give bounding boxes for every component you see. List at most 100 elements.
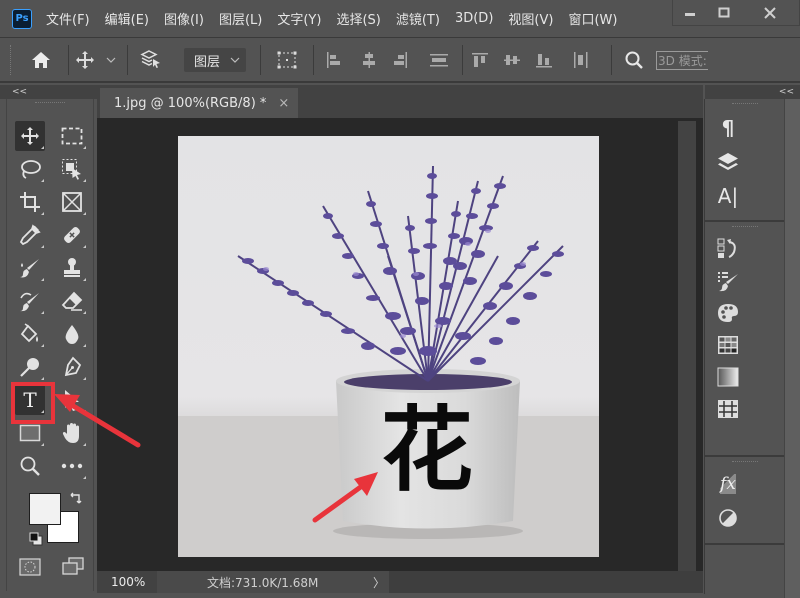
home-icon: [32, 52, 50, 68]
align-vmiddle-button[interactable]: [497, 51, 527, 69]
screen-mode-icon: [62, 557, 84, 575]
swatches-icon: [718, 336, 738, 354]
menu-type[interactable]: 文字(Y): [277, 9, 321, 28]
layers-icon: [718, 153, 738, 170]
vertical-scrollbar[interactable]: [678, 121, 696, 573]
gradients-panel-button[interactable]: [717, 366, 739, 388]
move-tool[interactable]: [15, 121, 45, 151]
rectangular-marquee-tool[interactable]: [57, 121, 87, 151]
menu-view[interactable]: 视图(V): [508, 9, 553, 28]
brush-settings-panel-button[interactable]: [717, 270, 739, 292]
dock-group-3: fx: [705, 457, 785, 545]
3d-mode-control[interactable]: 3D 模式:: [656, 50, 708, 70]
toolbar-collapse[interactable]: <<: [0, 85, 97, 99]
show-transform-controls[interactable]: [261, 50, 313, 70]
align-top-button[interactable]: [463, 51, 497, 69]
lasso-tool[interactable]: [15, 154, 45, 184]
crop-tool[interactable]: [15, 187, 45, 217]
menu-3d[interactable]: 3D(D): [455, 11, 493, 26]
clone-stamp-tool[interactable]: [57, 253, 87, 283]
chevron-down-icon: [106, 57, 116, 63]
eraser-icon: [61, 291, 83, 311]
move-tool-button[interactable]: [69, 50, 101, 70]
eyedropper-tool[interactable]: [15, 220, 45, 250]
pen-tool[interactable]: [57, 352, 87, 382]
tab-close-icon[interactable]: ×: [278, 96, 289, 111]
document-info[interactable]: 文档:731.0K/1.68M 〉: [157, 571, 389, 593]
document-tab[interactable]: 1.jpg @ 100%(RGB/8) * ×: [100, 88, 298, 118]
document-tab-title: 1.jpg @ 100%(RGB/8) *: [114, 95, 267, 111]
align-hcenter-button[interactable]: [354, 51, 384, 69]
spot-healing-brush-tool[interactable]: [57, 220, 87, 250]
align-bottom-button[interactable]: [527, 51, 561, 69]
distribute-vertical-button[interactable]: [416, 52, 462, 68]
character-panel-button[interactable]: A|: [717, 184, 739, 208]
menu-layer[interactable]: 图层(L): [219, 9, 262, 28]
dodge-tool[interactable]: [15, 352, 45, 382]
patterns-panel-button[interactable]: [717, 398, 739, 420]
paint-bucket-tool[interactable]: [15, 319, 45, 349]
minimize-button[interactable]: [673, 0, 707, 26]
menu-edit[interactable]: 编辑(E): [105, 9, 149, 28]
align-left-button[interactable]: [314, 51, 354, 69]
history-panel-button[interactable]: [717, 238, 739, 260]
swatches-panel-button[interactable]: [717, 334, 739, 356]
auto-select-target-dropdown[interactable]: 图层: [184, 48, 246, 72]
zoom-icon: [20, 456, 40, 476]
menu-filter[interactable]: 滤镜(T): [396, 9, 440, 28]
menu-image[interactable]: 图像(I): [164, 9, 204, 28]
search-button[interactable]: [612, 50, 656, 70]
status-bar: 100% 文档:731.0K/1.68M 〉: [97, 571, 703, 593]
canvas-image[interactable]: 花: [178, 136, 599, 557]
history-brush-icon: [20, 292, 39, 312]
eraser-tool[interactable]: [57, 286, 87, 316]
tool-preset-dropdown[interactable]: [101, 57, 121, 63]
quick-mask-button[interactable]: [19, 558, 41, 580]
adjustments-panel-button[interactable]: [717, 507, 739, 529]
right-panel-scrollbar[interactable]: [784, 99, 800, 598]
paragraph-panel-button[interactable]: ¶: [717, 116, 739, 140]
zoom-level-field[interactable]: 100%: [97, 571, 157, 593]
search-icon: [625, 51, 643, 69]
layers-panel-button[interactable]: [717, 151, 739, 173]
menu-window[interactable]: 窗口(W): [568, 9, 617, 28]
distribute-horizontal-button[interactable]: [561, 51, 601, 69]
path-selection-tool[interactable]: [57, 385, 87, 415]
lasso-icon: [21, 160, 41, 179]
object-selection-icon: [62, 159, 81, 180]
patterns-icon: [718, 400, 738, 418]
right-panel-collapse[interactable]: <<: [705, 85, 800, 99]
brush-tool[interactable]: [15, 253, 45, 283]
quick-mask-icon: [19, 558, 41, 576]
right-panel-dock: ¶ A| fx: [704, 99, 785, 594]
history-brush-tool[interactable]: [15, 286, 45, 316]
screen-mode-button[interactable]: [61, 557, 85, 581]
character-icon: A|: [717, 184, 739, 208]
align-right-button[interactable]: [384, 51, 416, 69]
foreground-color-swatch[interactable]: [29, 493, 61, 525]
menu-file[interactable]: 文件(F): [46, 9, 90, 28]
default-colors-button[interactable]: [29, 531, 43, 550]
close-button[interactable]: [741, 0, 799, 26]
maximize-button[interactable]: [707, 0, 741, 26]
swap-colors-button[interactable]: [69, 491, 83, 510]
panel-grip: [35, 102, 65, 103]
object-selection-tool[interactable]: [57, 154, 87, 184]
move-icon: [76, 51, 94, 69]
chevron-down-icon: [230, 57, 240, 63]
color-panel-button[interactable]: [717, 302, 739, 324]
canvas-type-layer-text[interactable]: 花: [381, 401, 473, 501]
gradients-icon: [717, 367, 739, 387]
align-top-icon: [472, 53, 488, 67]
zoom-tool[interactable]: [15, 451, 45, 481]
hand-tool[interactable]: [57, 418, 87, 448]
frame-tool[interactable]: [57, 187, 87, 217]
styles-panel-button[interactable]: fx: [717, 473, 739, 495]
menu-select[interactable]: 选择(S): [336, 9, 380, 28]
panel-grip: [732, 103, 758, 113]
blur-tool[interactable]: [57, 319, 87, 349]
edit-toolbar-button[interactable]: [57, 451, 87, 481]
home-button[interactable]: [14, 51, 68, 69]
chevron-right-icon[interactable]: 〉: [373, 574, 385, 591]
auto-select-toggle[interactable]: [128, 49, 174, 71]
